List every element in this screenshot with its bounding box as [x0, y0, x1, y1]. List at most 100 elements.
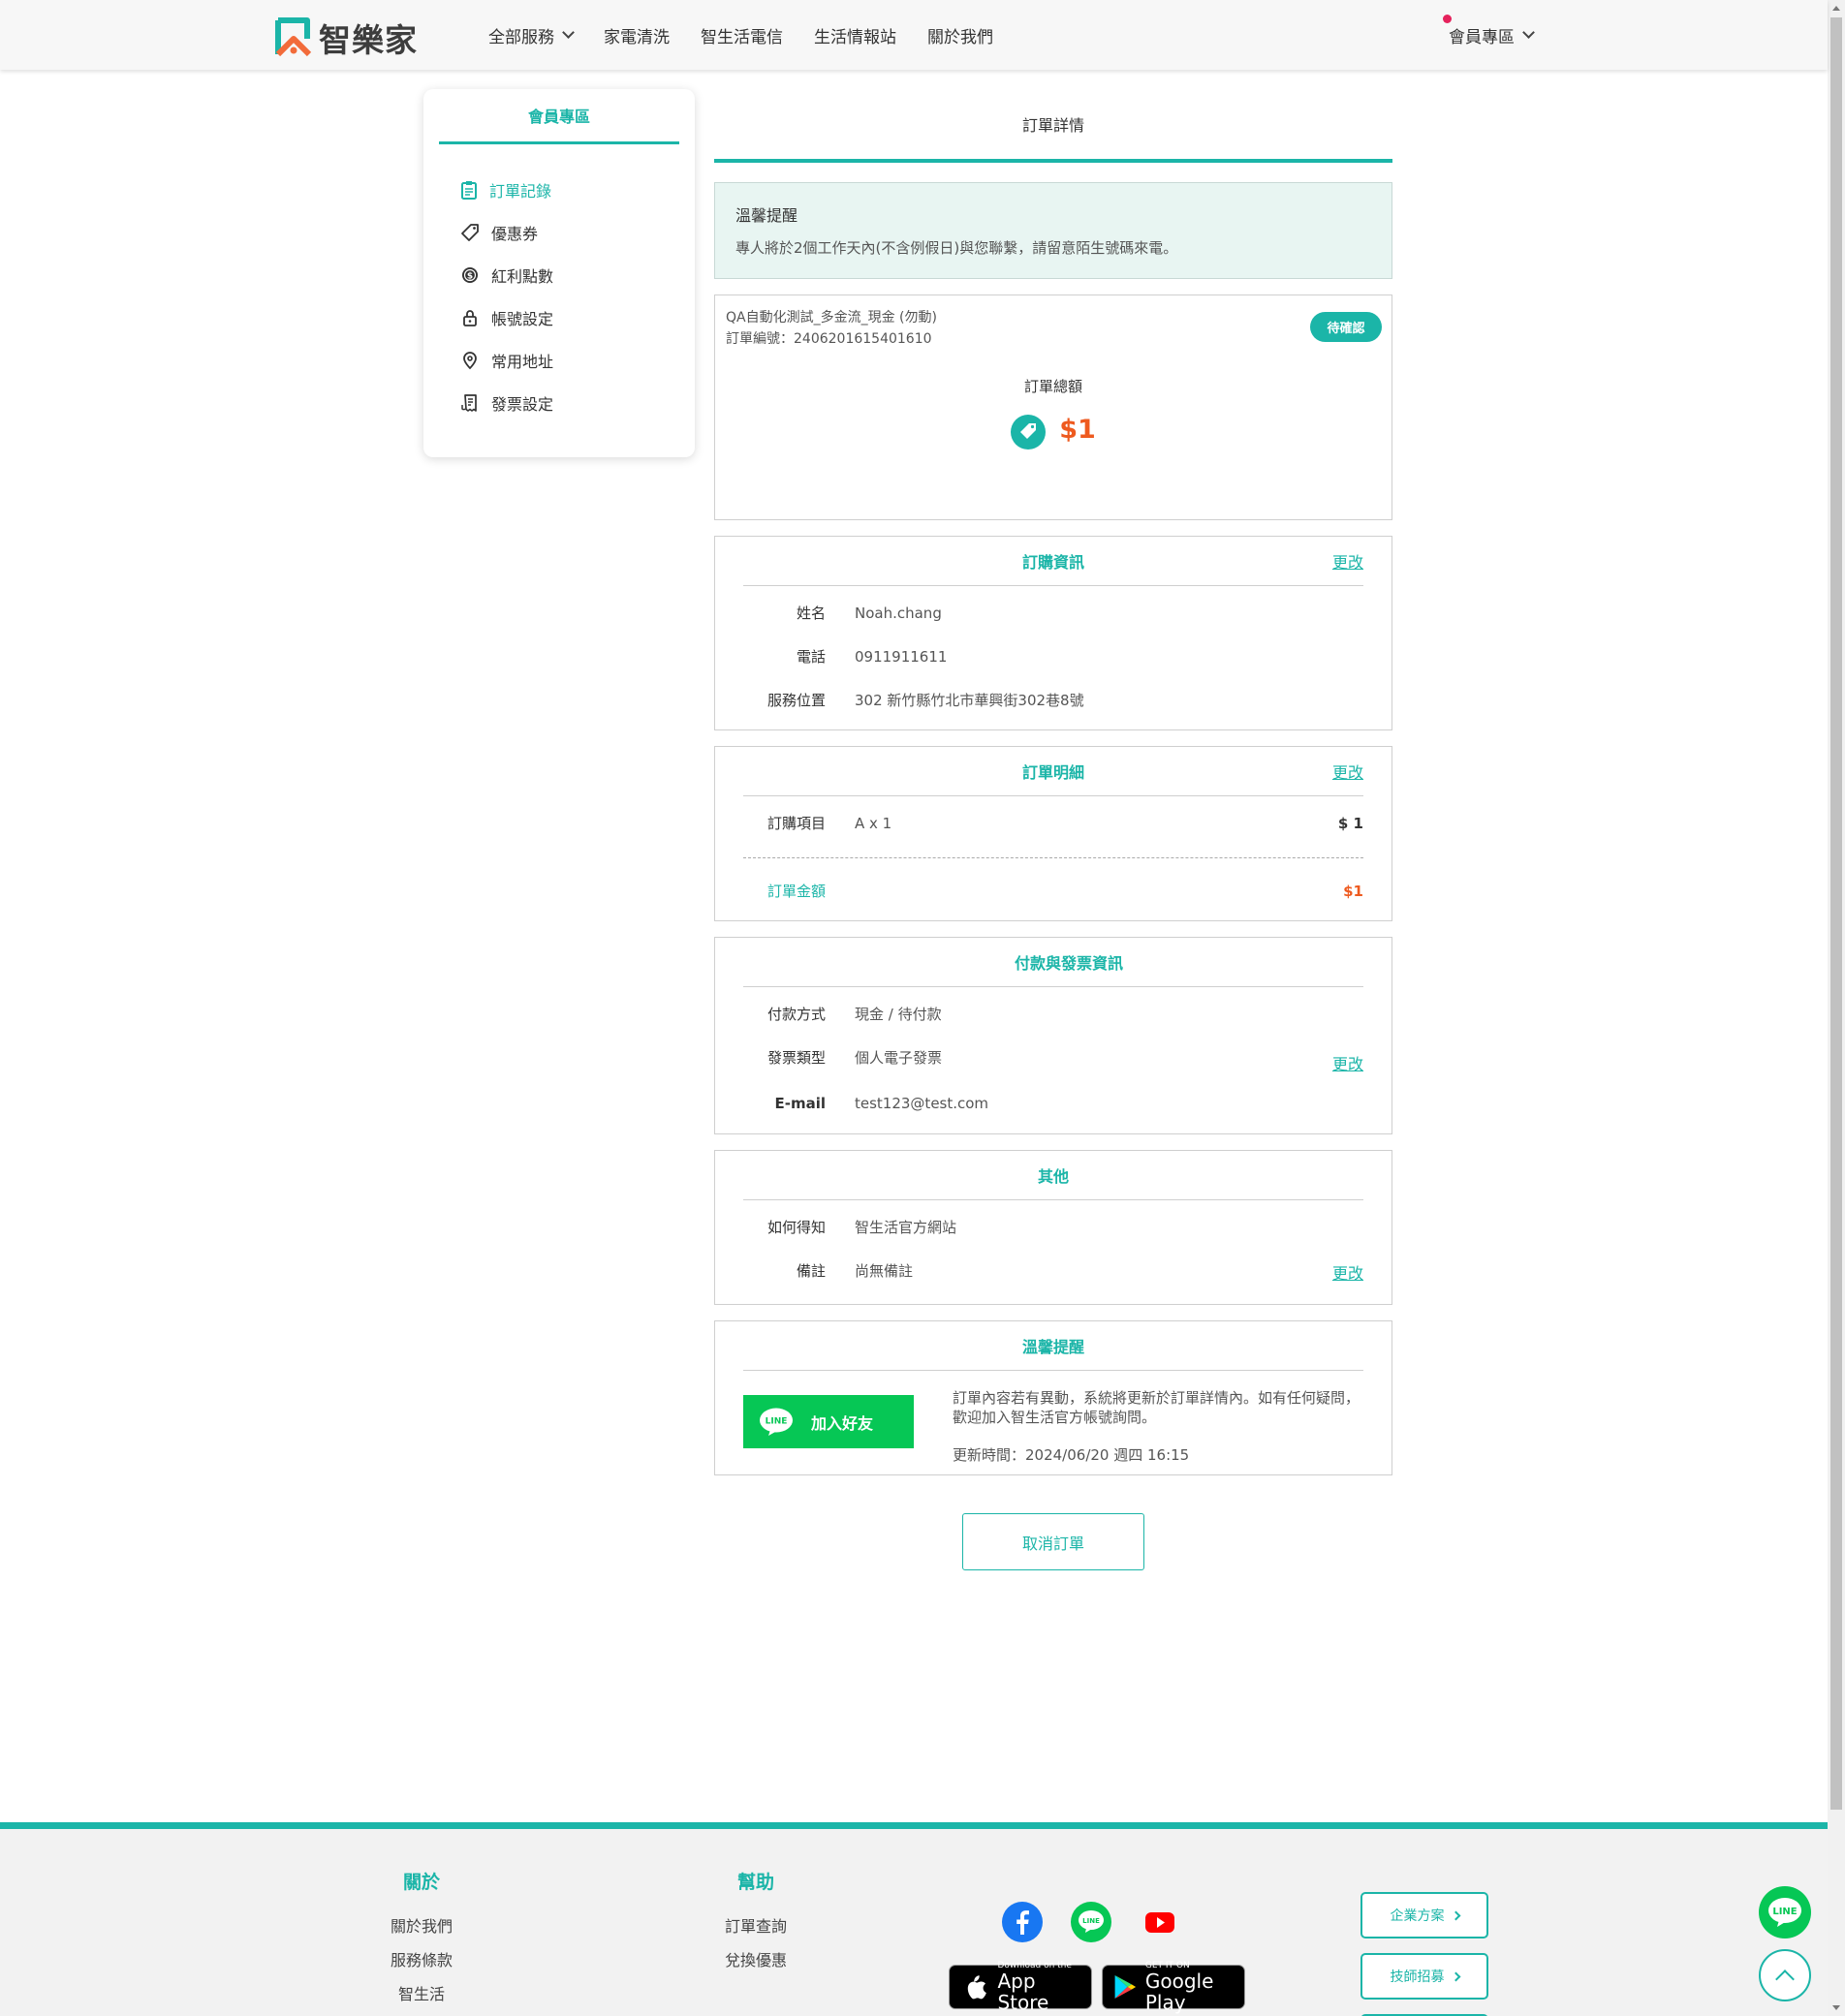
sidebar-item-label: 優惠券	[491, 225, 539, 243]
nav-label: 智生活電信	[701, 27, 783, 47]
order-number: 訂單編號：2406201615401610	[726, 331, 932, 347]
info-row: 付款方式 現金 / 待付款	[743, 992, 1363, 1036]
row-label: 付款方式	[766, 1006, 826, 1023]
facebook-icon[interactable]	[1002, 1902, 1043, 1942]
line-icon: LINE	[1768, 1898, 1801, 1927]
row-value: A x 1	[855, 814, 892, 832]
back-to-top-button[interactable]	[1759, 1949, 1811, 2001]
order-item-row: 訂購項目 A x 1 $ 1	[743, 801, 1363, 845]
clipboard-icon	[461, 181, 477, 200]
sidebar-item-label: 發票設定	[491, 395, 554, 414]
info-row: E-mail test123@test.com	[743, 1079, 1363, 1128]
member-sidebar: 會員專區 訂單記錄 優惠券 $ 紅利點數 帳號設定 常用地址 發票設定	[423, 89, 695, 457]
row-value: 302 新竹縣竹北市華興街302巷8號	[855, 692, 1084, 709]
sidebar-item-label: 帳號設定	[491, 310, 554, 328]
app-store-badge[interactable]: Download on the App Store	[949, 1961, 1092, 2013]
line-add-friend-button[interactable]: LINE 加入好友	[743, 1395, 914, 1448]
purchase-info-card: 訂購資訊 更改 姓名 Noah.chang 電話 0911911611 服務位置 30…	[714, 536, 1392, 730]
section-header: 其他	[743, 1151, 1363, 1200]
chevron-down-icon	[562, 26, 575, 39]
nav-label: 家電清洗	[604, 27, 670, 47]
section-title: 訂購資訊	[1021, 553, 1084, 572]
cancel-order-button[interactable]: 取消訂單	[962, 1513, 1144, 1570]
price-tag-icon	[1011, 415, 1047, 450]
payment-invoice-card: 付款與發票資訊 付款方式 現金 / 待付款 發票類型 個人電子發票 更改 E-mail…	[714, 937, 1392, 1134]
apple-icon	[967, 1975, 986, 2000]
nav-label: 生活情報站	[814, 27, 896, 47]
edit-notes-link[interactable]: 更改	[1332, 1260, 1363, 1284]
footer-link-terms[interactable]: 服務條款	[383, 1943, 460, 1977]
footer-link-redeem[interactable]: 兌換優惠	[717, 1943, 795, 1977]
enterprise-plan-button[interactable]: 企業方案	[1360, 1892, 1488, 1938]
order-total-label: 訂單總額	[1023, 378, 1082, 395]
facebook-glyph	[1016, 1910, 1029, 1935]
page-scrollbar[interactable]	[1828, 0, 1845, 2016]
order-detail-main: 訂單詳情 溫馨提醒 專人將於2個工作天內(不含例假日)與您聯繫，請留意陌生號碼來…	[714, 89, 1392, 1475]
row-value: 智生活官方網站	[855, 1219, 957, 1236]
row-label: 電話	[796, 648, 826, 666]
footer-help-column: 幫助 訂單查詢 兌換優惠	[717, 1829, 795, 1977]
footer-link-smart-life[interactable]: 智生活	[383, 1977, 460, 2011]
scroll-up-arrow-icon[interactable]	[1832, 6, 1840, 11]
sidebar-item-addresses[interactable]: 常用地址	[460, 339, 553, 382]
line-button-label: 加入好友	[811, 1413, 874, 1433]
nav-life-info[interactable]: 生活情報站	[814, 23, 896, 47]
site-logo[interactable]: 智樂家	[274, 15, 418, 61]
edit-purchase-info-link[interactable]: 更改	[1332, 549, 1363, 573]
sidebar-item-orders[interactable]: 訂單記錄	[460, 169, 553, 211]
footer-help-title: 幫助	[736, 1872, 774, 1893]
section-title: 溫馨提醒	[1021, 1338, 1084, 1356]
nav-all-services[interactable]: 全部服務	[488, 23, 575, 47]
main-nav: 全部服務 家電清洗 智生活電信 生活情報站 關於我們	[488, 0, 1024, 70]
row-value: test123@test.com	[855, 1095, 989, 1112]
edit-invoice-link[interactable]: 更改	[1332, 1051, 1363, 1074]
page-title: 訂單詳情	[714, 89, 1392, 163]
section-header: 訂單明細 更改	[743, 747, 1363, 796]
section-title: 付款與發票資訊	[1014, 954, 1123, 973]
logo-text: 智樂家	[319, 21, 418, 59]
youtube-icon[interactable]	[1140, 1902, 1180, 1942]
sidebar-item-coupons[interactable]: 優惠券	[460, 211, 553, 254]
sidebar-item-points[interactable]: $ 紅利點數	[460, 254, 553, 296]
info-row: 如何得知 智生活官方網站	[743, 1205, 1363, 1249]
technician-recruit-button[interactable]: 技師招募	[1360, 1953, 1488, 2000]
social-links: LINE	[1002, 1902, 1208, 1942]
row-label: 備註	[796, 1262, 826, 1280]
nav-appliance-cleaning[interactable]: 家電清洗	[604, 23, 670, 47]
footer-link-about-us[interactable]: 關於我們	[383, 1909, 460, 1943]
section-title: 訂單明細	[1021, 763, 1084, 782]
other-info-card: 其他 如何得知 智生活官方網站 備註 尚無備註 更改	[714, 1150, 1392, 1305]
footer-link-order-lookup[interactable]: 訂單查詢	[717, 1909, 795, 1943]
nav-telecom[interactable]: 智生活電信	[701, 23, 783, 47]
updated-time: 更新時間：2024/06/20 週四 16:15	[953, 1446, 1190, 1464]
site-footer: 關於 關於我們 服務條款 智生活 幫助 訂單查詢 兌換優惠 LINE Downl…	[0, 1822, 1828, 2016]
sidebar-item-account[interactable]: 帳號設定	[460, 296, 553, 339]
edit-order-detail-link[interactable]: 更改	[1332, 760, 1363, 783]
google-play-badge[interactable]: GET IT ON Google Play	[1102, 1961, 1245, 2013]
line-icon: LINE	[760, 1408, 793, 1436]
scroll-down-arrow-icon[interactable]	[1832, 2005, 1840, 2010]
tag-icon	[461, 224, 479, 241]
order-amount-row: 訂單金額 $1	[743, 869, 1363, 913]
info-row: 備註 尚無備註 更改	[743, 1249, 1363, 1292]
scrollbar-thumb[interactable]	[1830, 17, 1842, 1810]
floating-line-button[interactable]: LINE	[1759, 1886, 1811, 1938]
top-header: 智樂家 全部服務 家電清洗 智生活電信 生活情報站 關於我們 會員專區	[0, 0, 1828, 70]
row-value: Noah.chang	[855, 604, 942, 622]
lock-icon	[463, 310, 477, 326]
section-header: 訂購資訊 更改	[743, 537, 1363, 586]
order-summary-card: QA自動化測試_多金流_現金 (勿動) 訂單編號：240620161540161…	[714, 295, 1392, 520]
line-logo-text: LINE	[1082, 1917, 1100, 1925]
sidebar-menu: 訂單記錄 優惠券 $ 紅利點數 帳號設定 常用地址 發票設定	[460, 169, 553, 424]
member-menu-label: 會員專區	[1449, 27, 1515, 47]
row-value: 現金 / 待付款	[855, 1006, 942, 1023]
google-play-icon	[1114, 1974, 1137, 2000]
sidebar-item-invoice[interactable]: 發票設定	[460, 382, 553, 424]
line-icon[interactable]: LINE	[1071, 1902, 1111, 1942]
chevron-down-icon	[1522, 26, 1535, 39]
nav-about-us[interactable]: 關於我們	[927, 23, 993, 47]
line-logo-text: LINE	[1772, 1907, 1797, 1917]
notice-text: 專人將於2個工作天內(不含例假日)與您聯繫，請留意陌生號碼來電。	[735, 239, 1178, 257]
member-area-menu[interactable]: 會員專區	[1449, 0, 1535, 70]
info-row: 電話 0911911611	[743, 635, 1363, 678]
